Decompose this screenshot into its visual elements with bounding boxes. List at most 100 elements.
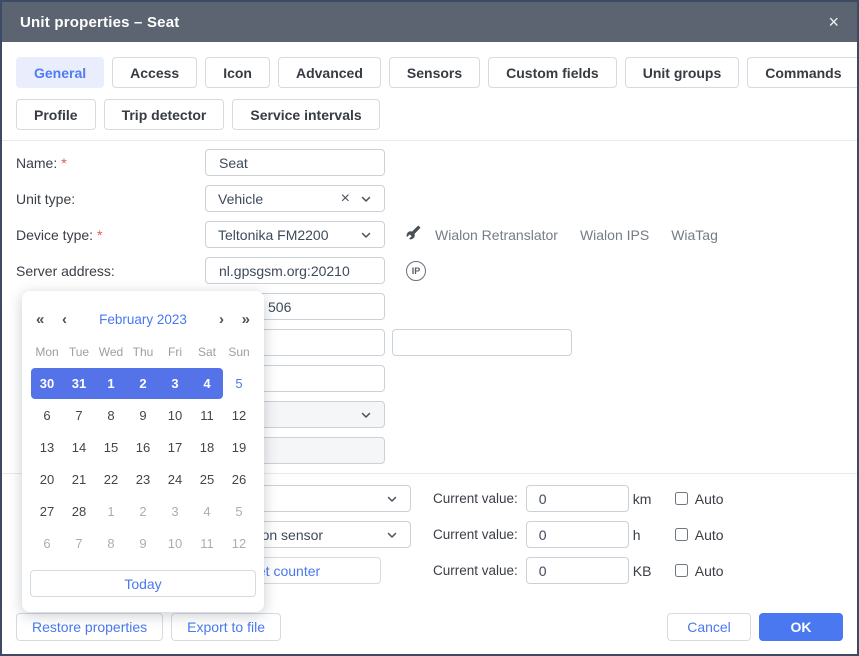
link-wialon-ips[interactable]: Wialon IPS [580, 227, 649, 243]
day-cell[interactable]: 22 [95, 464, 127, 496]
link-wiatag[interactable]: WiaTag [671, 227, 718, 243]
tab-advanced[interactable]: Advanced [278, 57, 381, 88]
day-cell[interactable]: 2 [127, 496, 159, 528]
day-cell[interactable]: 5 [223, 368, 255, 400]
day-cell[interactable]: 1 [95, 368, 127, 400]
calendar-week-4: 20 21 22 23 24 25 26 [31, 464, 255, 496]
day-cell[interactable]: 3 [159, 368, 191, 400]
today-button[interactable]: Today [30, 570, 256, 597]
weekday-thu: Thu [127, 345, 159, 359]
tab-general[interactable]: General [16, 57, 104, 88]
day-cell[interactable]: 7 [63, 400, 95, 432]
day-cell[interactable]: 30 [31, 368, 63, 400]
day-cell[interactable]: 13 [31, 432, 63, 464]
day-cell[interactable]: 26 [223, 464, 255, 496]
day-cell[interactable]: 7 [63, 528, 95, 560]
calendar-week-5: 27 28 1 2 3 4 5 [31, 496, 255, 528]
traffic-value-input[interactable] [526, 557, 629, 584]
tab-profile[interactable]: Profile [16, 99, 96, 130]
day-cell[interactable]: 4 [191, 368, 223, 400]
auto-label: Auto [695, 491, 724, 507]
device-type-select[interactable]: Teltonika FM2200 [205, 221, 385, 248]
day-cell[interactable]: 21 [63, 464, 95, 496]
cancel-button[interactable]: Cancel [667, 613, 751, 641]
mileage-auto-checkbox[interactable] [675, 492, 688, 505]
export-to-file-button[interactable]: Export to file [171, 613, 281, 641]
engine-hours-row: Ignition sensor Current value: h Auto [219, 521, 843, 548]
day-cell[interactable]: 20 [31, 464, 63, 496]
tab-commands[interactable]: Commands [747, 57, 859, 88]
calendar-week-2: 6 7 8 9 10 11 12 [31, 400, 255, 432]
day-cell[interactable]: 19 [223, 432, 255, 464]
unit-properties-dialog: Unit properties – Seat × General Access … [0, 0, 859, 656]
day-cell[interactable]: 2 [127, 368, 159, 400]
day-cell[interactable]: 6 [31, 400, 63, 432]
tab-trip-detector[interactable]: Trip detector [104, 99, 225, 130]
required-asterisk: * [97, 227, 102, 243]
tab-sensors[interactable]: Sensors [389, 57, 480, 88]
day-cell[interactable]: 17 [159, 432, 191, 464]
weekday-wed: Wed [95, 345, 127, 359]
server-address-input[interactable] [205, 257, 385, 284]
close-icon[interactable]: × [828, 13, 839, 31]
day-cell[interactable]: 4 [191, 496, 223, 528]
clear-icon[interactable]: × [341, 191, 350, 207]
day-cell[interactable]: 1 [95, 496, 127, 528]
day-cell[interactable]: 16 [127, 432, 159, 464]
day-cell[interactable]: 23 [127, 464, 159, 496]
day-cell[interactable]: 6 [31, 528, 63, 560]
engine-hours-value-input[interactable] [526, 521, 629, 548]
day-cell[interactable]: 3 [159, 496, 191, 528]
day-cell[interactable]: 14 [63, 432, 95, 464]
day-cell[interactable]: 31 [63, 368, 95, 400]
tab-custom-fields[interactable]: Custom fields [488, 57, 617, 88]
phone-2-input[interactable] [392, 329, 572, 356]
day-cell[interactable]: 11 [191, 400, 223, 432]
unit-type-select[interactable]: Vehicle × [205, 185, 385, 212]
weekday-sun: Sun [223, 345, 255, 359]
day-cell[interactable]: 28 [63, 496, 95, 528]
day-cell[interactable]: 11 [191, 528, 223, 560]
dialog-titlebar: Unit properties – Seat × [2, 2, 857, 42]
current-value-label: Current value: [433, 563, 518, 578]
link-wialon-retranslator[interactable]: Wialon Retranslator [435, 227, 558, 243]
day-cell[interactable]: 8 [95, 400, 127, 432]
mileage-value-input[interactable] [526, 485, 629, 512]
counters-section: Current value: km Auto Ignition sensor C… [219, 485, 843, 593]
tab-unit-groups[interactable]: Unit groups [625, 57, 740, 88]
day-cell[interactable]: 8 [95, 528, 127, 560]
tab-service-intervals[interactable]: Service intervals [232, 99, 379, 130]
tab-access[interactable]: Access [112, 57, 197, 88]
day-cell[interactable]: 10 [159, 528, 191, 560]
day-cell[interactable]: 12 [223, 528, 255, 560]
day-cell[interactable]: 9 [127, 528, 159, 560]
prev-year-icon[interactable]: « [36, 311, 62, 328]
weekday-tue: Tue [63, 345, 95, 359]
wrench-icon[interactable] [406, 225, 421, 245]
day-cell[interactable]: 5 [223, 496, 255, 528]
traffic-auto-checkbox[interactable] [675, 564, 688, 577]
day-cell[interactable]: 10 [159, 400, 191, 432]
name-input[interactable] [205, 149, 385, 176]
restore-properties-button[interactable]: Restore properties [16, 613, 163, 641]
ip-icon[interactable]: IP [406, 261, 426, 281]
day-cell[interactable]: 12 [223, 400, 255, 432]
day-cell[interactable]: 24 [159, 464, 191, 496]
day-cell[interactable]: 9 [127, 400, 159, 432]
day-cell[interactable]: 15 [95, 432, 127, 464]
ok-button[interactable]: OK [759, 613, 843, 641]
name-label: Name:* [16, 155, 205, 171]
day-cell[interactable]: 27 [31, 496, 63, 528]
name-row: Name:* [16, 149, 843, 176]
tab-icon[interactable]: Icon [205, 57, 270, 88]
device-type-row: Device type:* Teltonika FM2200 Wialon Re… [16, 221, 843, 248]
day-cell[interactable]: 25 [191, 464, 223, 496]
prev-month-icon[interactable]: ‹ [62, 311, 88, 328]
next-year-icon[interactable]: » [224, 311, 250, 328]
day-cell[interactable]: 18 [191, 432, 223, 464]
engine-hours-auto-checkbox[interactable] [675, 528, 688, 541]
calendar-month-title[interactable]: February 2023 [88, 312, 198, 327]
calendar-week-1: 30 31 1 2 3 4 5 [31, 368, 255, 400]
unit-h: h [633, 527, 671, 543]
next-month-icon[interactable]: › [198, 311, 224, 328]
